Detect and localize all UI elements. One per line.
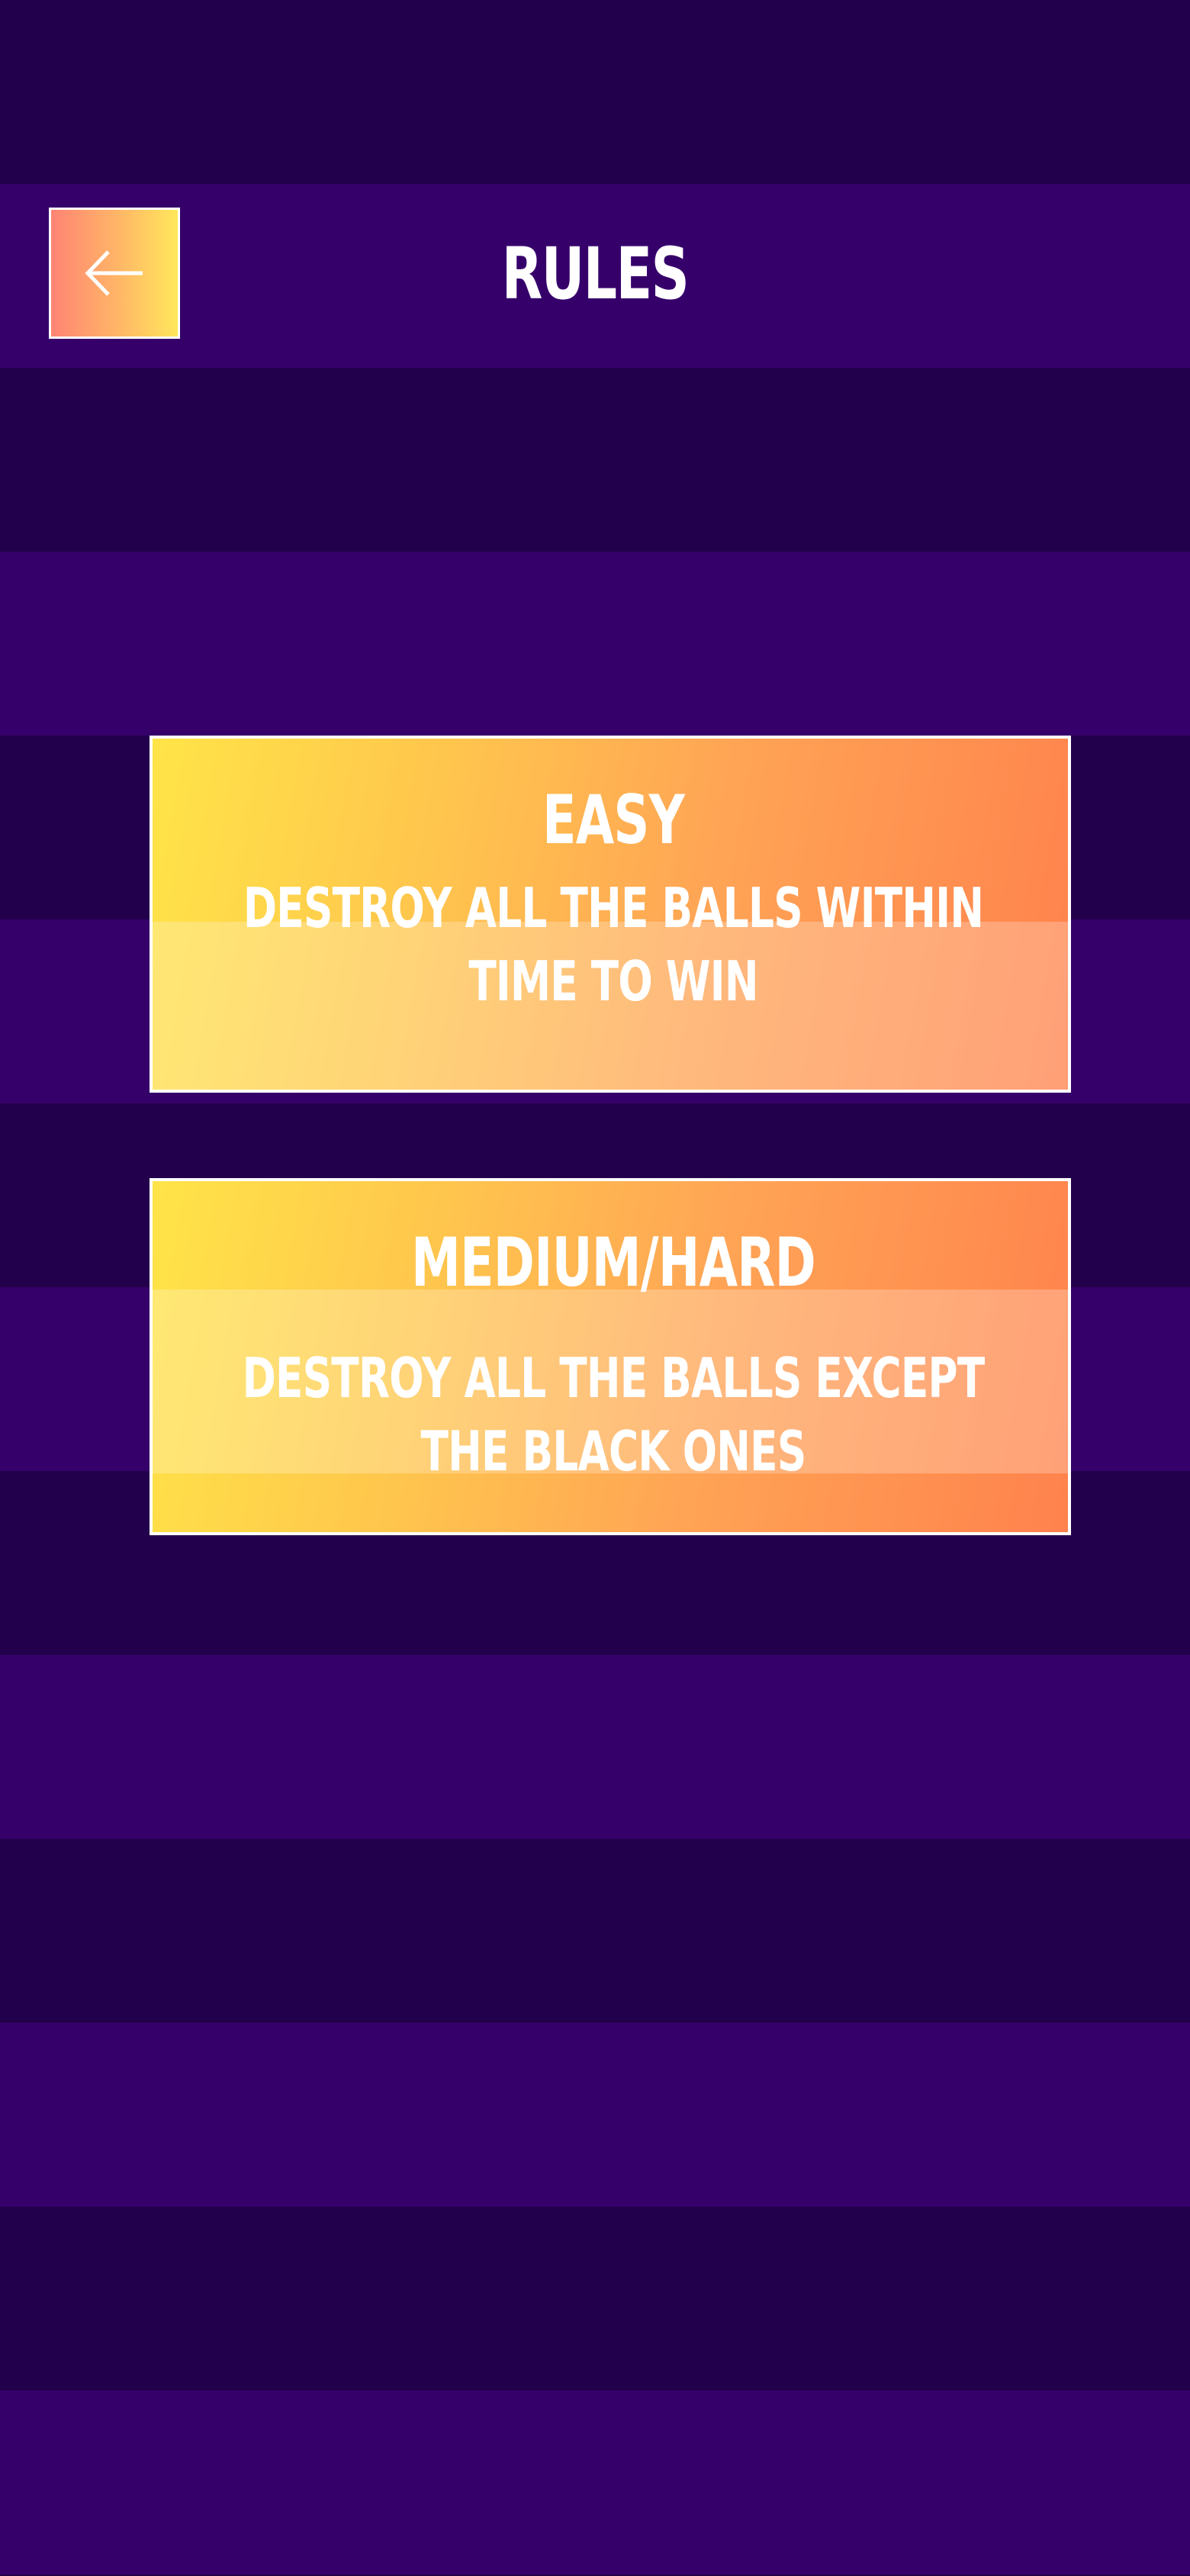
easy-rule-card: EASY DESTROY ALL THE BALLS WITHIN TIME T… <box>150 736 1071 1093</box>
easy-rule-title: EASY <box>542 781 685 859</box>
medium-hard-rule-title: MEDIUM/HARD <box>410 1223 816 1302</box>
arrow-left-icon <box>85 250 143 296</box>
easy-rule-description: DESTROY ALL THE BALLS WITHIN TIME TO WIN <box>243 876 984 1013</box>
medium-hard-rule-card: MEDIUM/HARD DESTROY ALL THE BALLS EXCEPT… <box>150 1178 1071 1535</box>
medium-hard-rule-description: DESTROY ALL THE BALLS EXCEPT THE BLACK O… <box>242 1346 986 1483</box>
page-title: RULES <box>501 233 690 316</box>
